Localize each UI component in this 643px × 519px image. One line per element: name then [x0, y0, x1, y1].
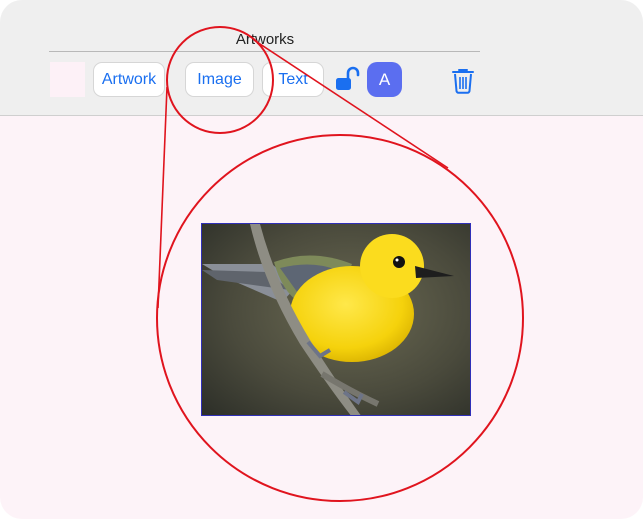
artwork-button[interactable]: Artwork — [93, 62, 165, 97]
avatar[interactable]: A — [367, 62, 402, 97]
color-swatch[interactable] — [50, 62, 85, 97]
app-window: Artworks Artwork Image Text A — [0, 0, 643, 519]
toolbar: Artworks Artwork Image Text A — [0, 0, 643, 116]
image-button[interactable]: Image — [185, 62, 254, 97]
unlocked-padlock-icon[interactable] — [334, 66, 360, 92]
bird-photo[interactable] — [201, 223, 471, 416]
trash-icon[interactable] — [450, 66, 476, 94]
toolbar-title: Artworks — [235, 31, 295, 48]
title-divider — [49, 51, 480, 52]
text-button[interactable]: Text — [262, 62, 324, 97]
